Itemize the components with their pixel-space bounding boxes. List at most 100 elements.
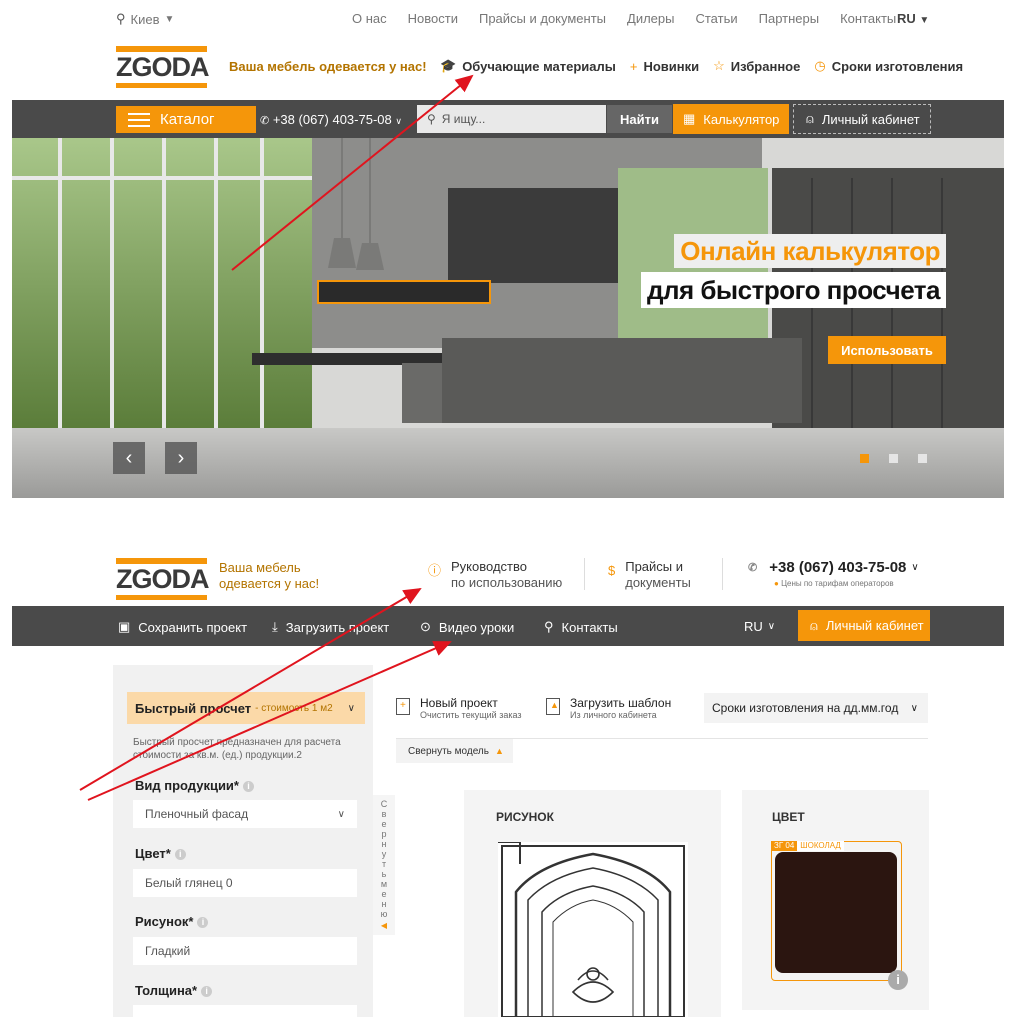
tagline: Ваша мебель одевается у нас! xyxy=(229,59,427,74)
phone-dropdown[interactable]: ✆ +38 (067) 403-75-08 ∨ xyxy=(260,112,402,127)
collapse-menu-tab[interactable]: Свернуть меню ◀ xyxy=(373,795,395,935)
star-icon: ☆ xyxy=(713,58,725,73)
hero-title-1: Онлайн калькулятор xyxy=(674,234,946,268)
save-icon: ▣ xyxy=(118,619,131,634)
top-links: О нас Новости Прайсы и документы Дилеры … xyxy=(352,11,917,26)
info-icon[interactable]: i xyxy=(201,986,213,998)
hero-kitchen-image xyxy=(12,138,1004,498)
deadline-dropdown[interactable]: Сроки изготовления на дд.мм.год ∨ xyxy=(704,693,928,723)
calculator-icon: ▦ xyxy=(683,111,696,126)
logo-2[interactable]: ZGODA xyxy=(116,558,209,600)
calculator-button[interactable]: ▦ Калькулятор xyxy=(673,104,789,134)
top-link-dealers[interactable]: Дилеры xyxy=(627,11,674,26)
slider-dot-1[interactable] xyxy=(860,454,869,463)
info-icon[interactable]: i xyxy=(243,781,254,793)
link-learning-materials[interactable]: 🎓 Обучающие материалы xyxy=(440,58,616,74)
account-button-2[interactable]: ⍝ Личный кабинет xyxy=(798,610,930,641)
link-new-items[interactable]: + Новинки xyxy=(630,59,699,74)
chevron-down-icon: ▼ xyxy=(919,15,930,26)
pattern-field[interactable]: Гладкий xyxy=(133,937,357,965)
triangle-up-icon: ▲ xyxy=(494,746,504,756)
logo[interactable]: ZGODA xyxy=(116,46,209,88)
top-link-articles[interactable]: Статьи xyxy=(695,11,737,26)
search-input[interactable]: ⚲ Я ищу... xyxy=(417,105,606,133)
door-pattern-image xyxy=(498,842,688,1017)
info-icon[interactable]: i xyxy=(174,849,186,861)
city-selector[interactable]: ⚲ Киев ▼ xyxy=(116,11,174,27)
product-type-label: Вид продукции* i xyxy=(135,778,254,793)
dollar-circle-icon: $ xyxy=(608,563,616,578)
color-card: ЦВЕТ ЗГ 04 ШОКОЛАД i xyxy=(742,790,929,1010)
chevron-down-icon: ∨ xyxy=(910,702,918,714)
product-type-select[interactable]: Пленочный фасад ∨ xyxy=(133,800,357,828)
upload-document-icon: ▲ xyxy=(546,698,560,715)
user-icon: ⍝ xyxy=(810,617,818,633)
chevron-down-icon: ∨ xyxy=(337,808,345,820)
thickness-field[interactable] xyxy=(133,1005,357,1017)
top-link-prices[interactable]: Прайсы и документы xyxy=(479,11,606,26)
city-label: Киев xyxy=(130,11,160,27)
phone-icon: ✆ xyxy=(260,115,270,127)
location-pin-icon: ⚲ xyxy=(116,11,126,26)
play-circle-icon: ⊙ xyxy=(420,619,431,634)
language-selector[interactable]: RU ▼ xyxy=(897,11,929,26)
pattern-label: Рисунок* i xyxy=(135,914,209,929)
load-project-button[interactable]: ⤓ Загрузить проект xyxy=(272,619,389,635)
slider-prev-button[interactable]: ‹ xyxy=(113,442,145,474)
phone-block-2[interactable]: ✆ +38 (067) 403-75-08 ∨ ● Цены по тарифа… xyxy=(748,559,919,588)
info-icon[interactable]: i xyxy=(888,970,908,990)
chevron-left-icon: ‹ xyxy=(125,446,133,469)
save-project-button[interactable]: ▣ Сохранить проект xyxy=(118,619,247,635)
color-swatch[interactable] xyxy=(775,852,897,973)
collapse-menu-label: Свернуть меню xyxy=(380,799,388,919)
link-favorites[interactable]: ☆ Избранное xyxy=(713,58,800,74)
chevron-down-icon: ▼ xyxy=(164,13,175,25)
search-icon: ⚲ xyxy=(427,112,436,126)
quick-calc-panel: Быстрый просчет - стоимость 1 м2 ∨ Быстр… xyxy=(113,665,373,1017)
catalog-button[interactable]: Каталог xyxy=(116,106,256,133)
triangle-left-icon: ◀ xyxy=(380,921,388,930)
thickness-label: Толщина* i xyxy=(135,983,213,998)
slider-dot-2[interactable] xyxy=(889,454,898,463)
hero-use-button[interactable]: Использовать xyxy=(828,336,946,364)
top-link-news[interactable]: Новости xyxy=(408,11,458,26)
user-icon: ⍝ xyxy=(806,111,814,126)
divider xyxy=(722,558,723,590)
hero-banner: Онлайн калькулятор для быстрого просчета… xyxy=(12,138,1004,498)
prices-link[interactable]: $ Прайсы и документы xyxy=(608,559,691,591)
editor-toolbar: ▣ Сохранить проект ⤓ Загрузить проект ⊙ Вид… xyxy=(12,606,1004,646)
collapse-model-button[interactable]: Свернуть модель ▲ xyxy=(396,739,513,763)
slider-dot-3[interactable] xyxy=(918,454,927,463)
info-circle-icon: ⓘ xyxy=(428,563,442,578)
search-button[interactable]: Найти xyxy=(607,105,672,133)
logo-text: ZGODA xyxy=(116,52,209,82)
link-production-terms[interactable]: ◷ Сроки изготовления xyxy=(814,58,963,74)
new-project-button[interactable]: + Новый проект Очистить текущий заказ xyxy=(396,696,522,720)
new-document-icon: + xyxy=(396,698,410,715)
quick-calc-dropdown[interactable]: Быстрый просчет - стоимость 1 м2 ∨ xyxy=(127,692,365,724)
chevron-down-icon: ∨ xyxy=(911,562,919,573)
load-template-button[interactable]: ▲ Загрузить шаблон Из личного кабинета xyxy=(546,696,671,720)
clock-icon: ◷ xyxy=(814,58,826,73)
guide-link[interactable]: ⓘ Руководство по использованию xyxy=(428,559,562,591)
account-button[interactable]: ⍝ Личный кабинет xyxy=(793,104,931,134)
language-selector-2[interactable]: RU ∨ xyxy=(744,619,775,634)
chevron-down-icon: ∨ xyxy=(395,116,402,126)
video-lessons-button[interactable]: ⊙ Видео уроки xyxy=(420,619,514,635)
pattern-card: РИСУНОК xyxy=(464,790,721,1017)
logo-text: ZGODA xyxy=(116,564,209,594)
info-icon[interactable]: i xyxy=(197,917,209,929)
top-link-contacts[interactable]: Контакты xyxy=(840,11,896,26)
top-link-about[interactable]: О нас xyxy=(352,11,387,26)
color-field[interactable]: Белый глянец 0 xyxy=(133,869,357,897)
contacts-button[interactable]: ⚲ Контакты xyxy=(544,619,618,635)
divider xyxy=(584,558,585,590)
hero-title-2: для быстрого просчета xyxy=(640,272,946,308)
phone-icon: ✆ xyxy=(748,562,758,574)
top-link-partners[interactable]: Партнеры xyxy=(759,11,819,26)
menu-icon xyxy=(128,112,150,127)
download-icon: ⤓ xyxy=(272,619,278,634)
slider-next-button[interactable]: › xyxy=(165,442,197,474)
graduation-cap-icon: 🎓 xyxy=(440,58,457,73)
tagline-2: Ваша мебель одевается у нас! xyxy=(219,560,320,591)
